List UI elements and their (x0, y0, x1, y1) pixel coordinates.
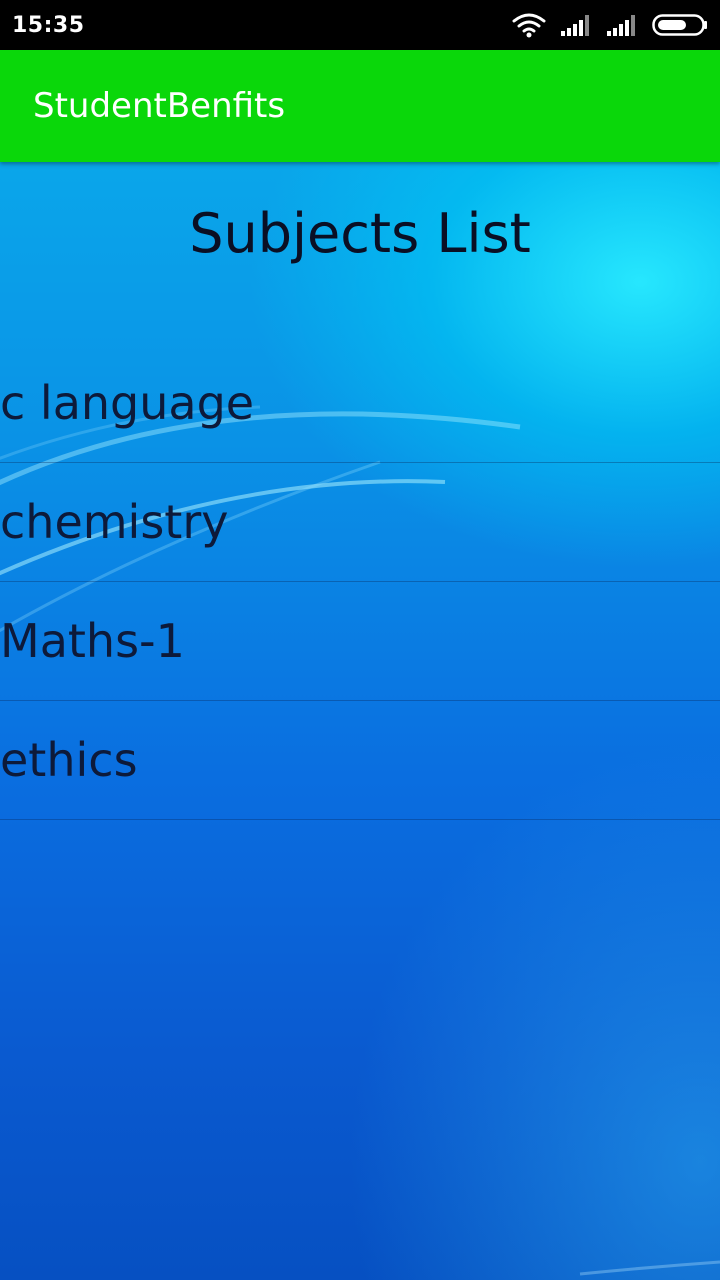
subject-label: ethics (0, 733, 138, 787)
status-time: 15:35 (12, 12, 85, 38)
app-screen: 15:35 StudentBenfits Subjects List c lan… (0, 0, 720, 1280)
content-area: Subjects List c language chemistry Maths… (0, 162, 720, 1280)
page-heading: Subjects List (189, 202, 531, 265)
subject-label: chemistry (0, 495, 229, 549)
subject-list: c language chemistry Maths-1 ethics (0, 344, 720, 820)
wifi-icon (512, 12, 546, 38)
list-item[interactable]: ethics (0, 701, 720, 820)
app-title: StudentBenfits (33, 86, 286, 126)
battery-icon (652, 13, 708, 37)
app-bar: StudentBenfits (0, 50, 720, 162)
list-item[interactable]: c language (0, 344, 720, 463)
status-icons (512, 12, 708, 38)
subject-label: Maths-1 (0, 614, 185, 668)
subject-label: c language (0, 376, 255, 430)
status-bar: 15:35 (0, 0, 720, 50)
list-item[interactable]: Maths-1 (0, 582, 720, 701)
signal-icon (560, 13, 592, 37)
list-item[interactable]: chemistry (0, 463, 720, 582)
signal-icon (606, 13, 638, 37)
